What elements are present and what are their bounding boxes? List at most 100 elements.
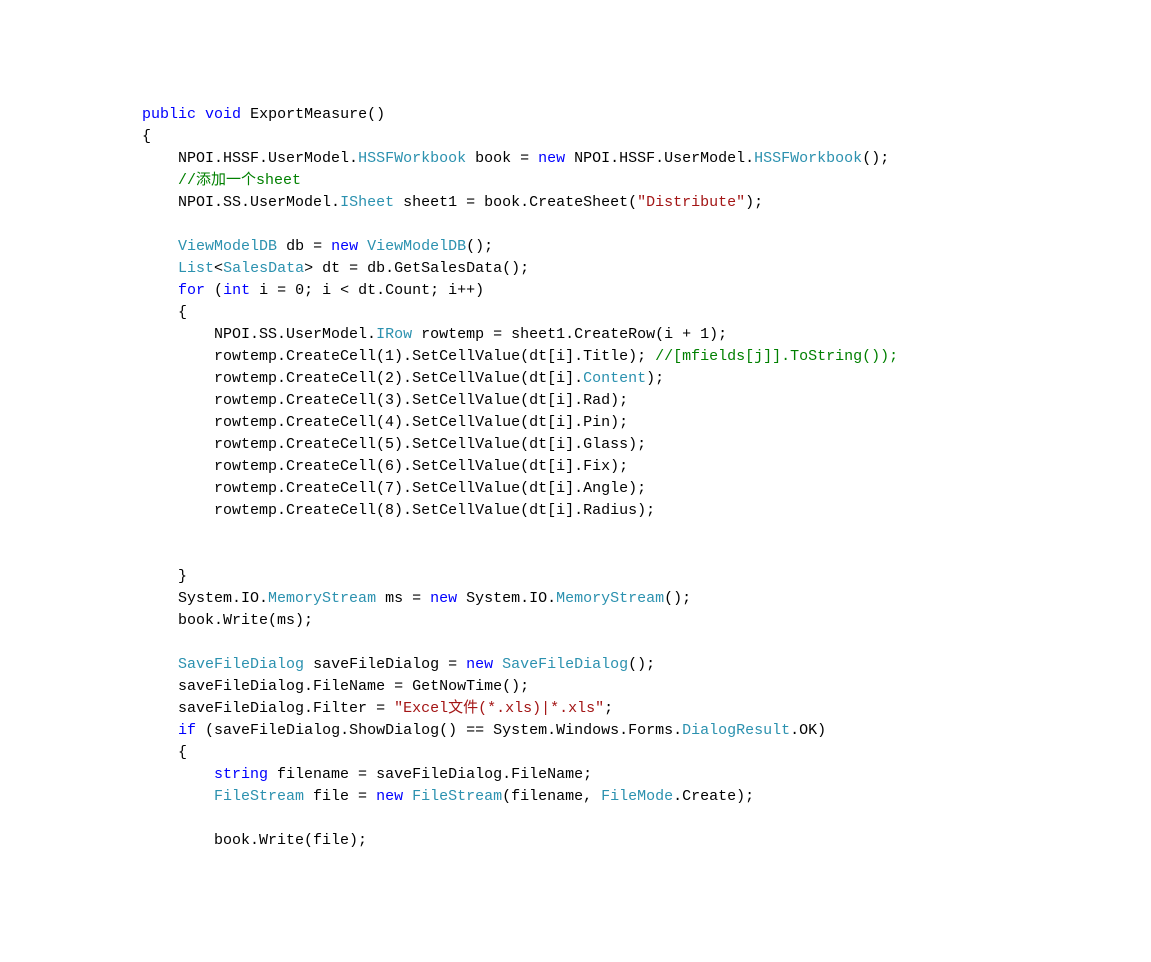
code-token: //添加一个sheet <box>178 172 301 189</box>
code-token: (filename, <box>502 788 601 805</box>
code-token <box>358 238 367 255</box>
code-line: SaveFileDialog saveFileDialog = new Save… <box>70 654 1151 676</box>
code-token: SalesData <box>223 260 304 277</box>
code-token: ViewModelDB <box>178 238 277 255</box>
code-token: new <box>430 590 457 607</box>
code-token: List <box>178 260 214 277</box>
code-token: { <box>142 128 151 145</box>
code-token <box>403 788 412 805</box>
code-token: new <box>538 150 565 167</box>
code-token: sheet1 = book.CreateSheet( <box>394 194 637 211</box>
code-token: if <box>178 722 196 739</box>
code-line: public void ExportMeasure() <box>70 104 1151 126</box>
code-token: public <box>142 106 196 123</box>
code-token: rowtemp.CreateCell(4).SetCellValue(dt[i]… <box>214 414 628 431</box>
code-token: > dt = db.GetSalesData(); <box>304 260 529 277</box>
code-token: book.Write(file); <box>214 832 367 849</box>
code-line: System.IO.MemoryStream ms = new System.I… <box>70 588 1151 610</box>
code-token: i = 0; i < dt.Count; i++) <box>250 282 484 299</box>
code-token: < <box>214 260 223 277</box>
code-token: rowtemp.CreateCell(6).SetCellValue(dt[i]… <box>214 458 628 475</box>
code-token: file = <box>304 788 376 805</box>
code-line: rowtemp.CreateCell(4).SetCellValue(dt[i]… <box>70 412 1151 434</box>
code-line: book.Write(file); <box>70 830 1151 852</box>
code-token: db = <box>277 238 331 255</box>
code-line: rowtemp.CreateCell(5).SetCellValue(dt[i]… <box>70 434 1151 456</box>
code-token: (); <box>628 656 655 673</box>
code-line: NPOI.SS.UserModel.IRow rowtemp = sheet1.… <box>70 324 1151 346</box>
code-token: ExportMeasure() <box>241 106 385 123</box>
code-line: rowtemp.CreateCell(8).SetCellValue(dt[i]… <box>70 500 1151 522</box>
code-token: string <box>214 766 268 783</box>
code-token: (saveFileDialog.ShowDialog() == System.W… <box>196 722 682 739</box>
code-token: int <box>223 282 250 299</box>
code-token: rowtemp.CreateCell(5).SetCellValue(dt[i]… <box>214 436 646 453</box>
code-token: rowtemp.CreateCell(1).SetCellValue(dt[i]… <box>214 348 655 365</box>
code-token: ms = <box>376 590 430 607</box>
code-line: book.Write(ms); <box>70 610 1151 632</box>
code-line <box>70 522 1151 544</box>
code-token: DialogResult <box>682 722 790 739</box>
code-token: ISheet <box>340 194 394 211</box>
code-token: { <box>178 744 187 761</box>
code-token: "Distribute" <box>637 194 745 211</box>
code-token: { <box>178 304 187 321</box>
code-token: book.Write(ms); <box>178 612 313 629</box>
code-token: SaveFileDialog <box>502 656 628 673</box>
code-token: MemoryStream <box>268 590 376 607</box>
code-token: MemoryStream <box>556 590 664 607</box>
code-token: rowtemp.CreateCell(3).SetCellValue(dt[i]… <box>214 392 628 409</box>
code-token: void <box>205 106 241 123</box>
code-token: FileMode <box>601 788 673 805</box>
code-token: rowtemp.CreateCell(2).SetCellValue(dt[i]… <box>214 370 583 387</box>
code-line: saveFileDialog.FileName = GetNowTime(); <box>70 676 1151 698</box>
code-line: saveFileDialog.Filter = "Excel文件(*.xls)|… <box>70 698 1151 720</box>
code-token: (); <box>862 150 889 167</box>
code-token: (); <box>664 590 691 607</box>
code-token: NPOI.HSSF.UserModel. <box>565 150 754 167</box>
code-token: filename = saveFileDialog.FileName; <box>268 766 592 783</box>
code-token: .Create); <box>673 788 754 805</box>
code-token: saveFileDialog.FileName = GetNowTime(); <box>178 678 529 695</box>
code-token: ; <box>604 700 613 717</box>
code-token: HSSFWorkbook <box>358 150 466 167</box>
code-line: rowtemp.CreateCell(7).SetCellValue(dt[i]… <box>70 478 1151 500</box>
code-token: HSSFWorkbook <box>754 150 862 167</box>
code-line <box>70 214 1151 236</box>
code-line: if (saveFileDialog.ShowDialog() == Syste… <box>70 720 1151 742</box>
code-token: IRow <box>376 326 412 343</box>
code-line: rowtemp.CreateCell(3).SetCellValue(dt[i]… <box>70 390 1151 412</box>
code-line: { <box>70 302 1151 324</box>
code-line: string filename = saveFileDialog.FileNam… <box>70 764 1151 786</box>
code-token: book = <box>466 150 538 167</box>
code-token: ViewModelDB <box>367 238 466 255</box>
code-token: NPOI.SS.UserModel. <box>214 326 376 343</box>
code-token: new <box>376 788 403 805</box>
code-token: saveFileDialog = <box>304 656 466 673</box>
code-line: { <box>70 126 1151 148</box>
code-token: rowtemp.CreateCell(7).SetCellValue(dt[i]… <box>214 480 646 497</box>
code-token: new <box>331 238 358 255</box>
code-line <box>70 632 1151 654</box>
code-token: System.IO. <box>457 590 556 607</box>
code-block: public void ExportMeasure() { NPOI.HSSF.… <box>0 88 1151 852</box>
code-token: (); <box>466 238 493 255</box>
code-line: rowtemp.CreateCell(1).SetCellValue(dt[i]… <box>70 346 1151 368</box>
code-token: ); <box>646 370 664 387</box>
code-token: NPOI.SS.UserModel. <box>178 194 340 211</box>
code-token: FileStream <box>412 788 502 805</box>
code-line: for (int i = 0; i < dt.Count; i++) <box>70 280 1151 302</box>
code-token <box>196 106 205 123</box>
code-line <box>70 544 1151 566</box>
code-line: //添加一个sheet <box>70 170 1151 192</box>
code-token: new <box>466 656 493 673</box>
code-token: } <box>178 568 187 585</box>
code-line: } <box>70 566 1151 588</box>
code-token: FileStream <box>214 788 304 805</box>
code-line: { <box>70 742 1151 764</box>
code-token: //[mfields[j]].ToString()); <box>655 348 898 365</box>
code-token: SaveFileDialog <box>178 656 304 673</box>
code-line: List<SalesData> dt = db.GetSalesData(); <box>70 258 1151 280</box>
code-line: FileStream file = new FileStream(filenam… <box>70 786 1151 808</box>
code-token: NPOI.HSSF.UserModel. <box>178 150 358 167</box>
